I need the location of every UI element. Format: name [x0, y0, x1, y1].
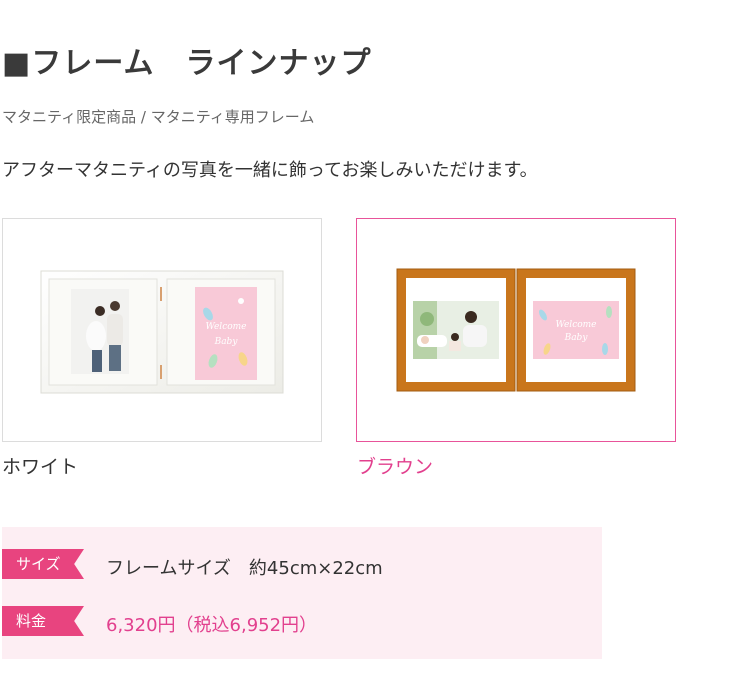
brown-frame-image: Welcome Baby — [396, 268, 636, 392]
product-label-white[interactable]: ホワイト — [2, 452, 78, 479]
page-subtitle: マタニティ限定商品 / マタニティ専用フレーム — [2, 108, 315, 126]
welcome-text: Welcome — [555, 320, 596, 330]
page-description: アフターマタニティの写真を一緒に飾ってお楽しみいただけます。 — [2, 160, 538, 181]
baby-text: Baby — [564, 333, 589, 343]
welcome-text: Welcome — [205, 322, 246, 332]
price-tag: 料金 — [2, 606, 84, 636]
size-text: フレームサイズ 約45cm×22cm — [106, 558, 383, 579]
baby-text: Baby — [214, 337, 239, 347]
product-label-brown[interactable]: ブラウン — [357, 452, 433, 479]
product-info-panel: サイズ フレームサイズ 約45cm×22cm 料金 6,320円（税込6,952… — [2, 527, 602, 659]
price-text: 6,320円（税込6,952円） — [106, 615, 318, 636]
size-tag: サイズ — [2, 549, 84, 579]
product-card-brown[interactable]: Welcome Baby — [356, 218, 676, 442]
product-card-white[interactable]: Welcome Baby — [2, 218, 322, 442]
white-frame-image: Welcome Baby — [40, 270, 284, 394]
page-title: ■フレーム ラインナップ — [2, 46, 372, 81]
